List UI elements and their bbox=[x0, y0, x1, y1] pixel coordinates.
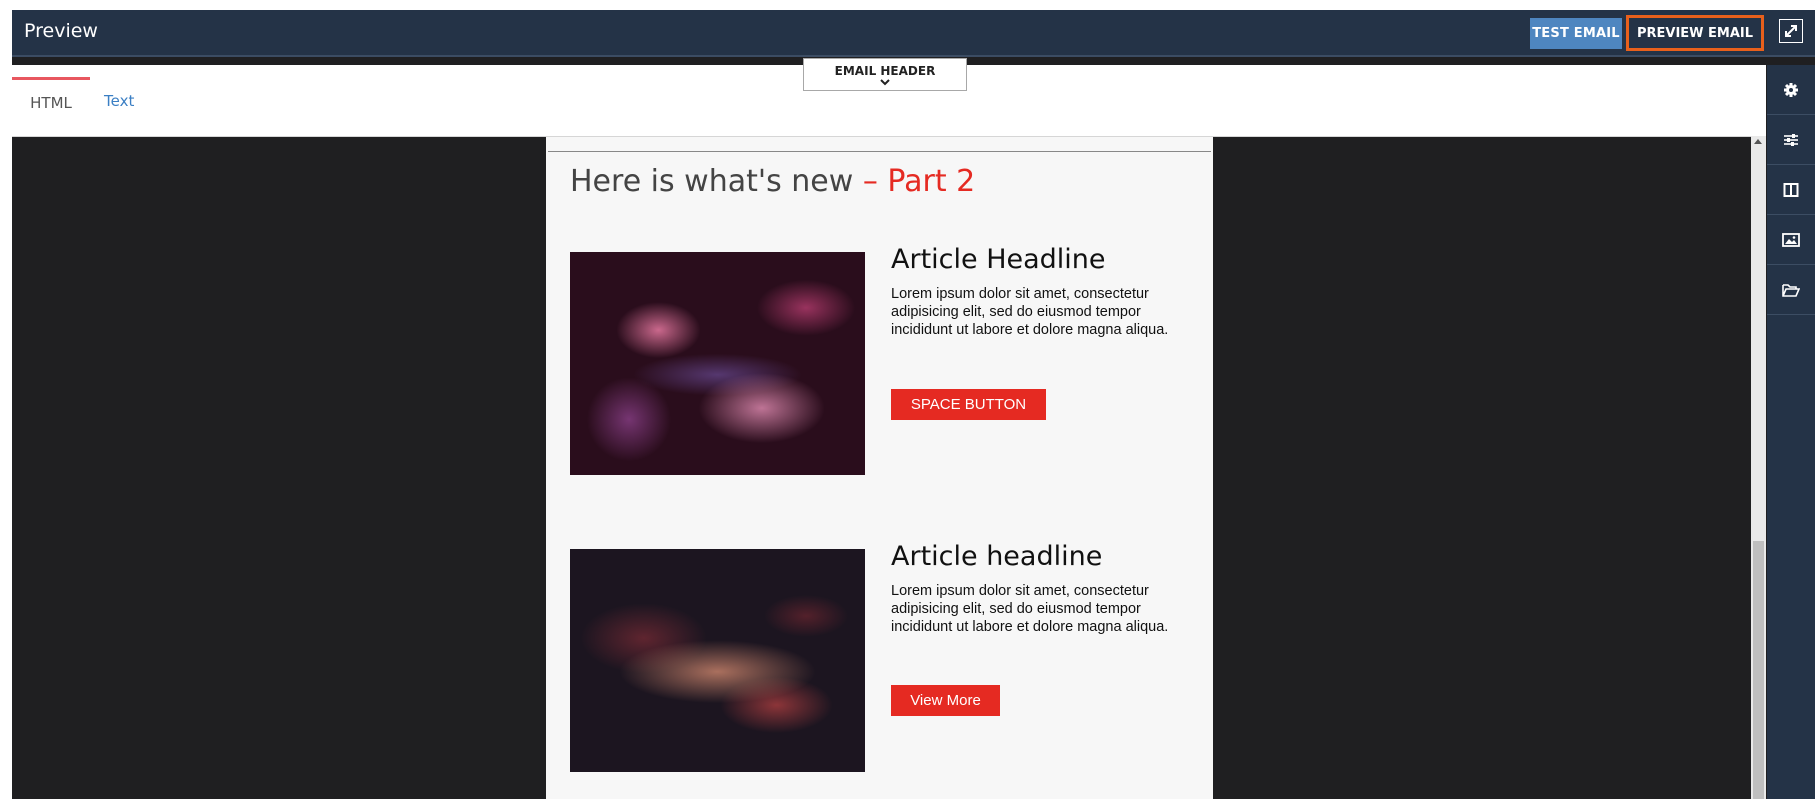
heading-accent: – Part 2 bbox=[853, 164, 976, 199]
files-button[interactable] bbox=[1767, 265, 1815, 315]
images-button[interactable] bbox=[1767, 215, 1815, 265]
article-headline: Article headline bbox=[891, 541, 1103, 572]
divider bbox=[548, 151, 1211, 152]
heading-text: Here is what's new bbox=[570, 164, 854, 199]
chevron-down-icon bbox=[804, 78, 966, 87]
email-header-label: EMAIL HEADER bbox=[834, 64, 936, 78]
article-body: Lorem ipsum dolor sit amet, consectetur … bbox=[891, 286, 1169, 338]
nebula-image[interactable] bbox=[570, 252, 865, 475]
email-heading: Here is what's new – Part 2 bbox=[570, 164, 975, 199]
preview-window: Preview TEST EMAIL PREVIEW EMAIL HTML Te… bbox=[12, 10, 1815, 799]
scroll-up-icon[interactable] bbox=[1754, 139, 1762, 144]
titlebar-divider bbox=[12, 55, 1815, 57]
right-toolbar bbox=[1767, 65, 1815, 799]
settings-button[interactable] bbox=[1767, 65, 1815, 115]
layout-button[interactable] bbox=[1767, 165, 1815, 215]
email-body: Here is what's new – Part 2 Article Head… bbox=[546, 137, 1213, 799]
adjust-button[interactable] bbox=[1767, 115, 1815, 165]
preview-titlebar: Preview TEST EMAIL PREVIEW EMAIL bbox=[12, 10, 1815, 55]
article-body: Lorem ipsum dolor sit amet, consectetur … bbox=[891, 583, 1169, 635]
article-headline: Article Headline bbox=[891, 244, 1106, 275]
folder-open-icon bbox=[1782, 283, 1800, 297]
article-2: Article headline Lorem ipsum dolor sit a… bbox=[570, 541, 1210, 774]
view-more-button[interactable]: View More bbox=[891, 685, 1000, 716]
tab-text[interactable]: Text bbox=[104, 77, 134, 125]
columns-icon bbox=[1783, 182, 1799, 197]
email-header-toggle[interactable]: EMAIL HEADER bbox=[803, 58, 967, 91]
gear-icon bbox=[1784, 82, 1798, 97]
test-email-button[interactable]: TEST EMAIL bbox=[1530, 18, 1622, 49]
preview-email-button[interactable]: PREVIEW EMAIL bbox=[1626, 15, 1764, 51]
scrollbar-thumb[interactable] bbox=[1753, 541, 1764, 799]
expand-icon bbox=[1785, 25, 1797, 37]
sliders-icon bbox=[1784, 133, 1798, 146]
article-1: Article Headline Lorem ipsum dolor sit a… bbox=[570, 244, 1210, 477]
tab-html[interactable]: HTML bbox=[12, 77, 90, 125]
expand-button[interactable] bbox=[1779, 19, 1803, 43]
galaxy-image[interactable] bbox=[570, 549, 865, 772]
preview-scrollbar[interactable] bbox=[1751, 136, 1766, 799]
space-button[interactable]: SPACE BUTTON bbox=[891, 389, 1046, 420]
window-title: Preview bbox=[24, 20, 98, 42]
image-icon bbox=[1782, 232, 1800, 247]
